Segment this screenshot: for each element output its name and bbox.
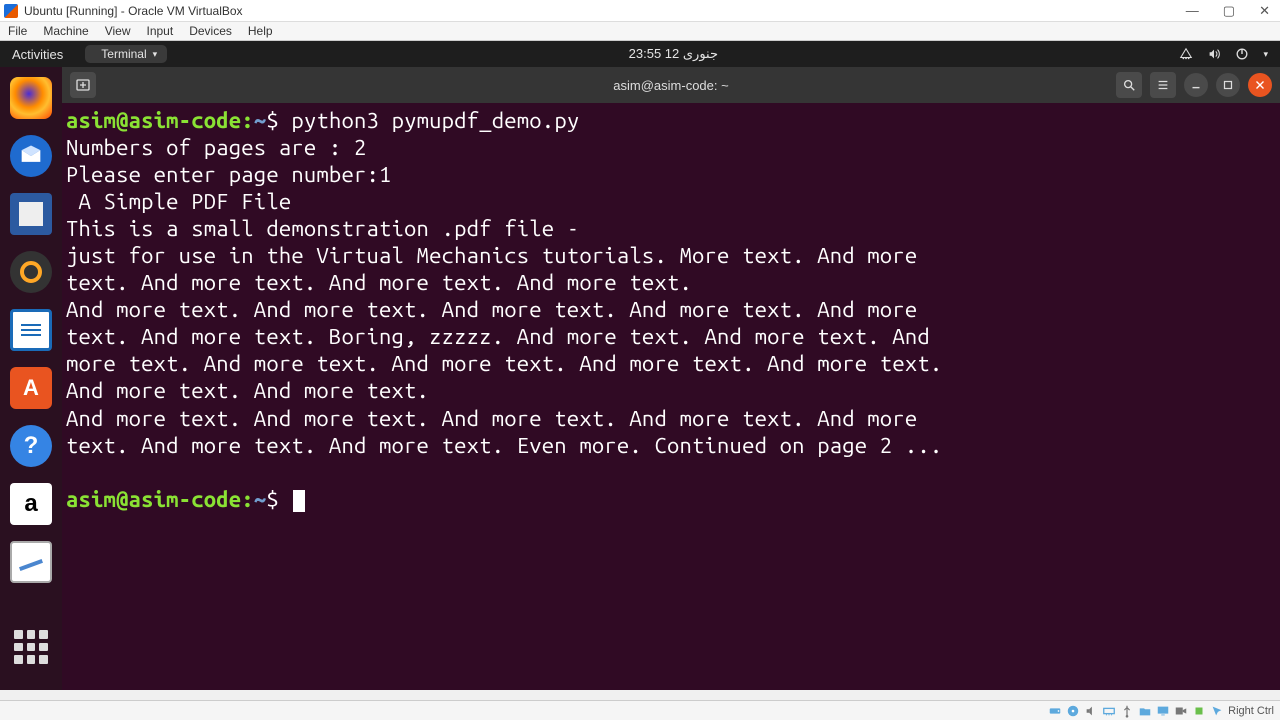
dock xyxy=(0,67,62,690)
menu-input[interactable]: Input xyxy=(147,24,174,38)
maximize-button[interactable] xyxy=(1216,73,1240,97)
prompt-user: asim@asim-code xyxy=(66,108,241,133)
system-tray[interactable]: ▾ xyxy=(1179,47,1268,61)
display-icon xyxy=(1156,704,1170,718)
cursor xyxy=(293,490,305,512)
host-window-title: Ubuntu [Running] - Oracle VM VirtualBox xyxy=(24,4,243,18)
disc-icon xyxy=(1066,704,1080,718)
prompt-path: ~ xyxy=(254,487,267,512)
hdd-icon xyxy=(1048,704,1062,718)
files-icon[interactable] xyxy=(10,193,52,235)
host-titlebar: Ubuntu [Running] - Oracle VM VirtualBox … xyxy=(0,0,1280,22)
audio-icon xyxy=(1084,704,1098,718)
firefox-icon[interactable] xyxy=(10,77,52,119)
activities-button[interactable]: Activities xyxy=(12,47,63,62)
shared-folder-icon xyxy=(1138,704,1152,718)
menu-view[interactable]: View xyxy=(105,24,131,38)
close-button[interactable] xyxy=(1248,73,1272,97)
topbar-app-indicator[interactable]: Terminal ▾ xyxy=(85,45,167,63)
search-button[interactable] xyxy=(1116,72,1142,98)
terminal-titlebar: asim@asim-code: ~ xyxy=(62,67,1280,103)
prompt-symbol: $ xyxy=(266,108,279,133)
text-editor-icon[interactable] xyxy=(10,541,52,583)
menu-file[interactable]: File xyxy=(8,24,27,38)
menu-machine[interactable]: Machine xyxy=(43,24,88,38)
host-statusbar: Right Ctrl xyxy=(0,700,1280,720)
menu-help[interactable]: Help xyxy=(248,24,273,38)
rhythmbox-icon[interactable] xyxy=(10,251,52,293)
prompt-symbol: $ xyxy=(266,487,279,512)
host-minimize-button[interactable]: — xyxy=(1180,3,1205,19)
cpu-icon xyxy=(1192,704,1206,718)
libreoffice-writer-icon[interactable] xyxy=(10,309,52,351)
minimize-button[interactable] xyxy=(1184,73,1208,97)
terminal-content[interactable]: asim@asim-code:~$ python3 pymupdf_demo.p… xyxy=(62,103,1280,690)
terminal-title: asim@asim-code: ~ xyxy=(613,78,728,93)
show-applications-button[interactable] xyxy=(14,630,48,664)
command-text: python3 pymupdf_demo.py xyxy=(291,108,579,133)
command-output: Numbers of pages are : 2 Please enter pa… xyxy=(66,135,955,458)
power-icon xyxy=(1235,47,1249,61)
host-key-indicator: Right Ctrl xyxy=(1228,705,1274,717)
prompt-user: asim@asim-code xyxy=(66,487,241,512)
hamburger-menu-button[interactable] xyxy=(1150,72,1176,98)
ubuntu-software-icon[interactable] xyxy=(10,367,52,409)
mouse-integration-icon xyxy=(1210,704,1224,718)
thunderbird-icon[interactable] xyxy=(10,135,52,177)
amazon-icon[interactable] xyxy=(10,483,52,525)
chevron-down-icon: ▾ xyxy=(1263,49,1268,60)
topbar-app-name: Terminal xyxy=(101,47,146,61)
menu-devices[interactable]: Devices xyxy=(189,24,232,38)
virtualbox-menubar: File Machine View Input Devices Help xyxy=(0,22,1280,41)
volume-icon xyxy=(1207,47,1221,61)
network-icon xyxy=(1179,47,1193,61)
guest-screen: Activities Terminal ▾ 23:55 جنوری 12 ▾ xyxy=(0,41,1280,690)
gnome-topbar: Activities Terminal ▾ 23:55 جنوری 12 ▾ xyxy=(0,41,1280,67)
host-maximize-button[interactable]: ▢ xyxy=(1217,3,1241,19)
host-close-button[interactable]: ✕ xyxy=(1253,3,1276,19)
new-tab-button[interactable] xyxy=(70,72,96,98)
host-window-controls: — ▢ ✕ xyxy=(1180,3,1276,19)
usb-icon xyxy=(1120,704,1134,718)
virtualbox-icon xyxy=(4,4,18,18)
prompt-path: ~ xyxy=(254,108,267,133)
nic-icon xyxy=(1102,704,1116,718)
help-icon[interactable] xyxy=(10,425,52,467)
terminal-window: asim@asim-code: ~ asim@asim-cod xyxy=(62,67,1280,690)
chevron-down-icon: ▾ xyxy=(153,49,158,60)
recording-icon xyxy=(1174,704,1188,718)
clock[interactable]: 23:55 جنوری 12 xyxy=(629,46,718,62)
